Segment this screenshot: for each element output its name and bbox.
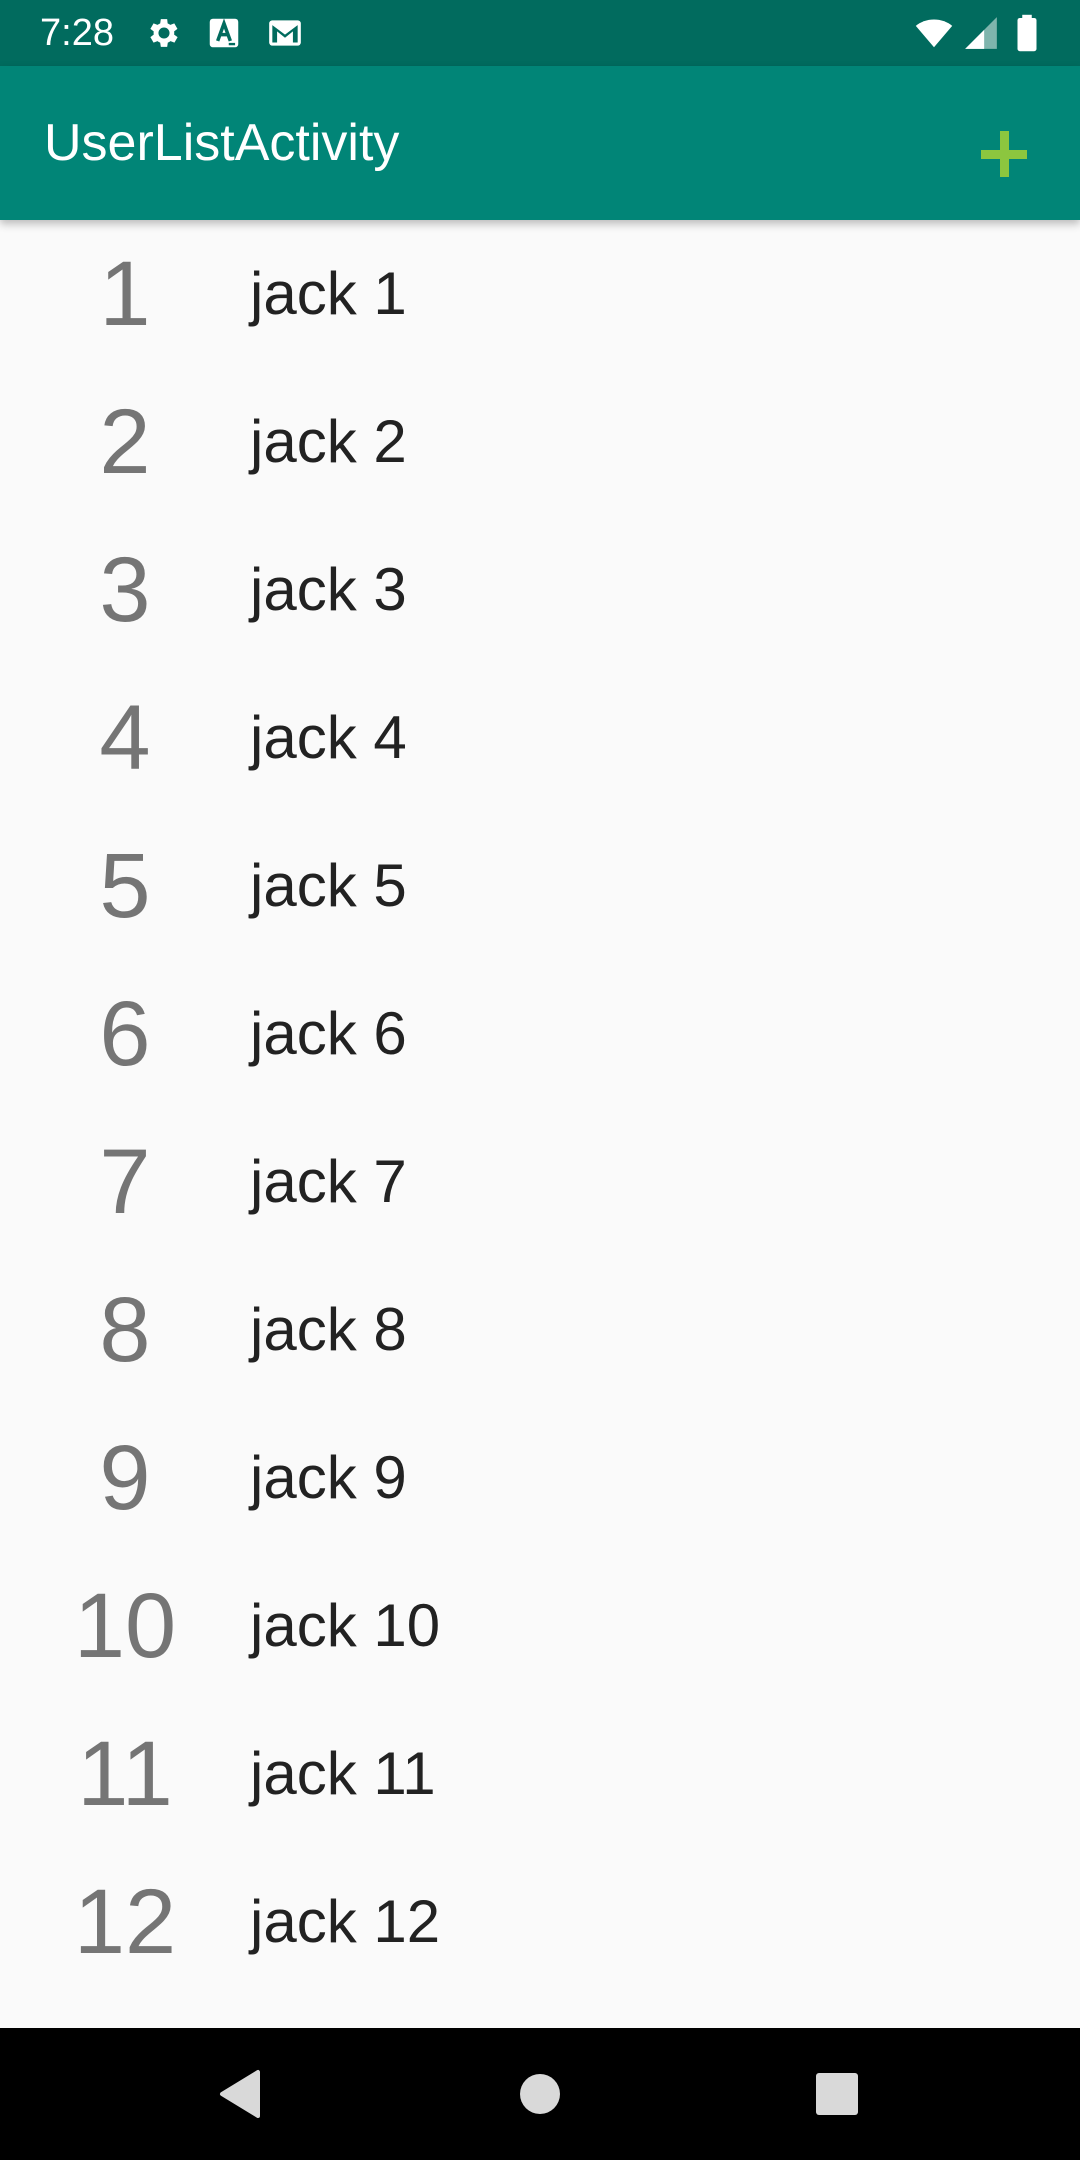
item-name: jack 4 <box>250 704 407 771</box>
list-item[interactable]: 7 jack 7 <box>0 1108 1080 1256</box>
settings-icon <box>150 19 178 47</box>
navigation-bar <box>0 2028 1080 2160</box>
list-item[interactable]: 9 jack 9 <box>0 1404 1080 1552</box>
user-list[interactable]: 1 jack 1 2 jack 2 3 jack 3 4 jack 4 5 ja… <box>0 220 1080 2028</box>
back-button[interactable] <box>204 2058 276 2130</box>
app-bar: UserListActivity <box>0 66 1080 220</box>
page-title: UserListActivity <box>44 114 400 172</box>
text-a-icon <box>209 18 239 48</box>
item-number: 1 <box>99 243 151 345</box>
list-item[interactable]: 5 jack 5 <box>0 812 1080 960</box>
recents-icon <box>816 2073 858 2115</box>
item-number: 5 <box>99 835 151 937</box>
item-name: jack 8 <box>250 1296 407 1363</box>
item-name: jack 1 <box>250 260 407 327</box>
screen: 7:28 UserListActivity 1 jack 1 2 jack 2 … <box>0 0 1080 2160</box>
item-number: 12 <box>73 1871 177 1973</box>
recents-button[interactable] <box>801 2058 873 2130</box>
item-name: jack 10 <box>250 1592 441 1659</box>
item-number: 7 <box>99 1131 151 1233</box>
item-name: jack 9 <box>250 1444 407 1511</box>
list-item[interactable]: 1 jack 1 <box>0 220 1080 368</box>
status-time: 7:28 <box>40 12 114 54</box>
item-name: jack 6 <box>250 1000 407 1067</box>
list-item[interactable]: 8 jack 8 <box>0 1256 1080 1404</box>
item-number: 10 <box>73 1575 177 1677</box>
item-number: 4 <box>99 687 151 789</box>
list-item[interactable]: 11 jack 11 <box>0 1700 1080 1848</box>
item-name: jack 5 <box>250 852 407 919</box>
list-item[interactable]: 4 jack 4 <box>0 664 1080 812</box>
item-number: 2 <box>99 391 151 493</box>
item-name: jack 2 <box>250 408 407 475</box>
item-number: 8 <box>99 1279 151 1381</box>
item-number: 3 <box>99 539 151 641</box>
gmail-icon <box>269 20 301 46</box>
wifi-icon <box>915 19 953 48</box>
add-icon <box>981 131 1027 177</box>
item-name: jack 11 <box>250 1740 436 1807</box>
item-name: jack 3 <box>250 556 407 623</box>
back-icon <box>220 2070 260 2118</box>
item-number: 6 <box>99 983 151 1085</box>
item-name: jack 12 <box>250 1888 441 1955</box>
list-item[interactable]: 3 jack 3 <box>0 516 1080 664</box>
home-icon <box>520 2074 560 2114</box>
add-user-button[interactable] <box>960 110 1048 198</box>
list-item[interactable]: 6 jack 6 <box>0 960 1080 1108</box>
item-number: 9 <box>99 1427 151 1529</box>
home-button[interactable] <box>504 2058 576 2130</box>
list-item[interactable]: 10 jack 10 <box>0 1552 1080 1700</box>
item-number: 11 <box>77 1723 173 1825</box>
list-item[interactable]: 12 jack 12 <box>0 1848 1080 1996</box>
list-item[interactable]: 2 jack 2 <box>0 368 1080 516</box>
signal-icon <box>965 17 997 49</box>
status-bar: 7:28 <box>0 0 1080 66</box>
item-name: jack 7 <box>250 1148 407 1215</box>
battery-icon <box>1017 14 1037 52</box>
